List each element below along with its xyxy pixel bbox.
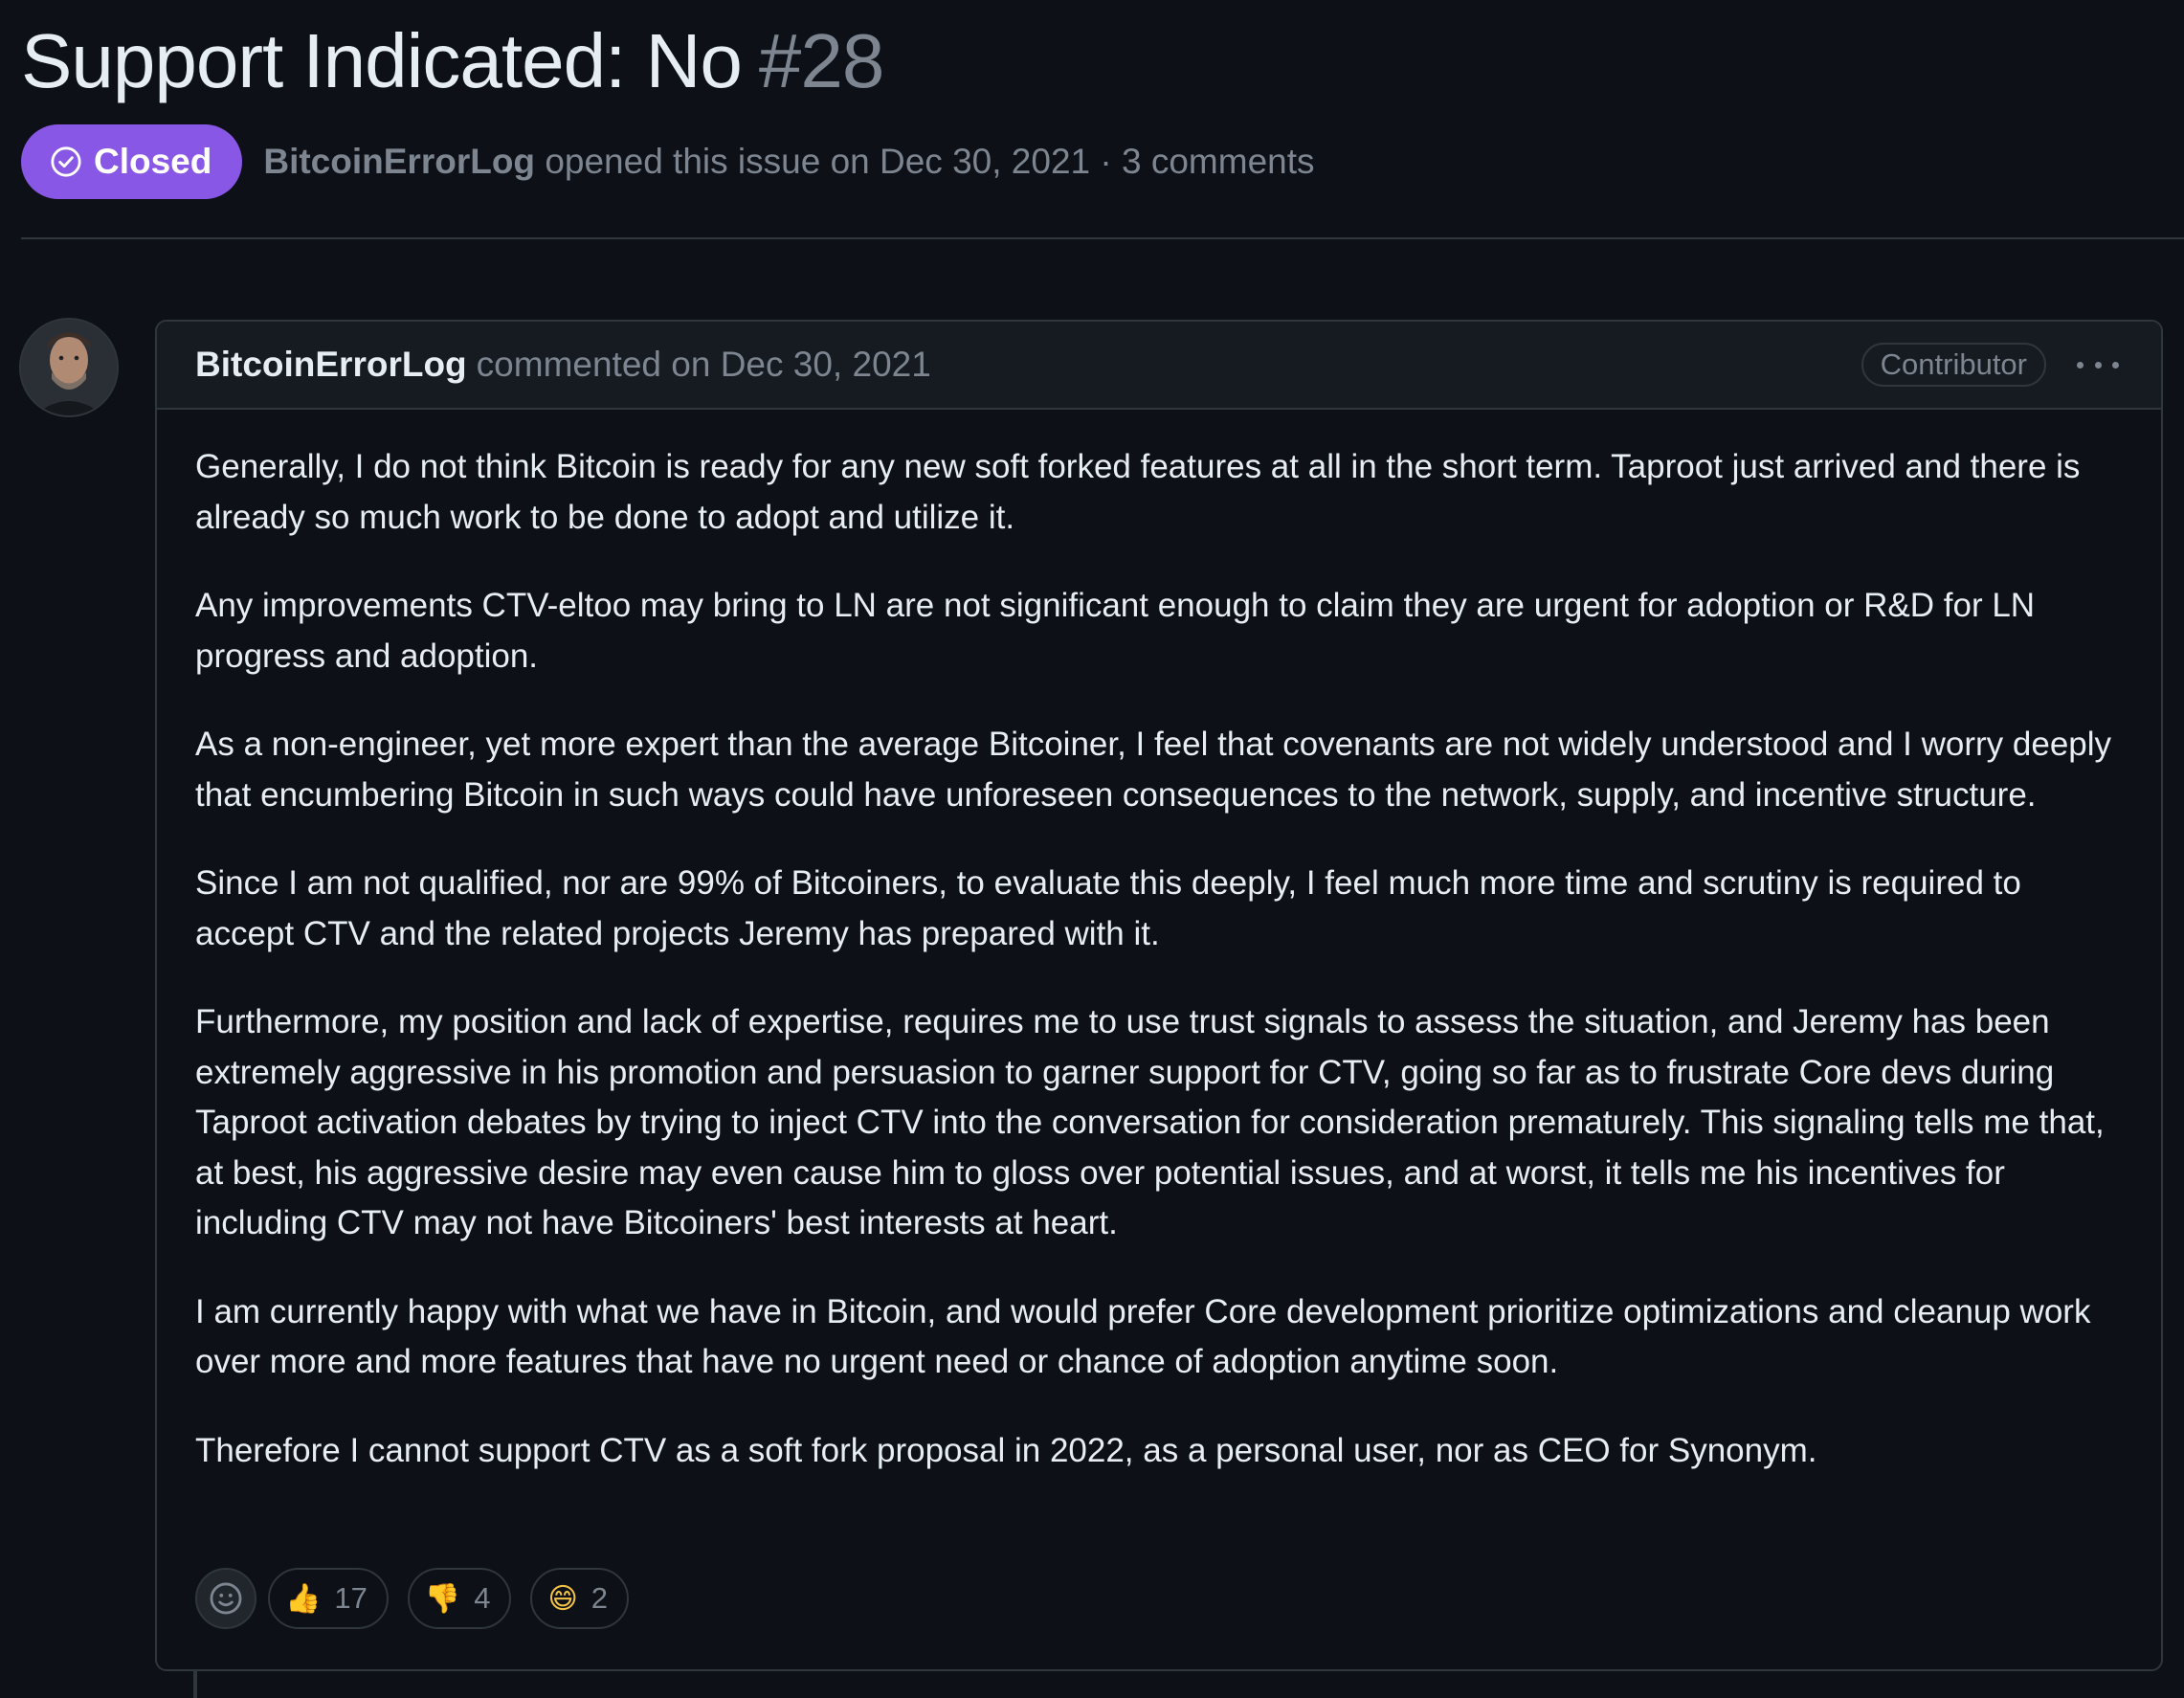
comment-header: BitcoinErrorLog commented on Dec 30, 202…: [157, 322, 2161, 410]
reaction-laugh[interactable]: 😄 2: [530, 1568, 629, 1629]
issue-title: Support Indicated: No #28: [21, 13, 884, 109]
reaction-count: 4: [474, 1581, 491, 1615]
reactions-bar: 👍 17 👎 4 😄 2: [195, 1568, 648, 1629]
comment-paragraph: Any improvements CTV-eltoo may bring to …: [195, 587, 2036, 675]
reaction-thumbs-up[interactable]: 👍 17: [268, 1568, 389, 1629]
contributor-badge: Contributor: [1861, 343, 2046, 387]
comment-paragraph: Therefore I cannot support CTV as a soft…: [195, 1431, 1817, 1469]
comment-timestamp[interactable]: commented on Dec 30, 2021: [477, 345, 931, 385]
comment-paragraph: Since I am not qualified, nor are 99% of…: [195, 864, 2021, 952]
comment-body: Generally, I do not think Bitcoin is rea…: [157, 410, 2161, 1476]
issue-opened-text: opened this issue on Dec 30, 2021 · 3 co…: [545, 142, 1315, 181]
comment: BitcoinErrorLog commented on Dec 30, 202…: [155, 320, 2163, 1671]
comment-paragraph: As a non-engineer, yet more expert than …: [195, 726, 2112, 814]
add-reaction-button[interactable]: [195, 1568, 256, 1629]
reaction-thumbs-down[interactable]: 👎 4: [407, 1568, 512, 1629]
status-label: Closed: [94, 142, 212, 181]
avatar[interactable]: [19, 318, 119, 417]
comment-paragraph: Furthermore, my position and lack of exp…: [195, 1003, 2105, 1241]
smiley-icon: [210, 1582, 242, 1615]
issue-meta: Closed BitcoinErrorLog opened this issue…: [21, 124, 1315, 199]
status-badge: Closed: [21, 124, 243, 199]
comment-paragraph: I am currently happy with what we have i…: [195, 1292, 2091, 1381]
avatar-portrait-icon: [21, 320, 117, 415]
thumbs-up-icon: 👍: [285, 1581, 322, 1616]
issue-author-link[interactable]: BitcoinErrorLog: [263, 142, 535, 181]
reaction-count: 17: [334, 1581, 368, 1615]
check-circle-icon: [51, 146, 81, 177]
laugh-icon: 😄: [547, 1581, 578, 1616]
kebab-horizontal-icon[interactable]: [2077, 350, 2119, 379]
issue-title-text: Support Indicated: No: [21, 18, 743, 103]
reaction-count: 2: [591, 1581, 608, 1615]
timeline-connector: [193, 1671, 197, 1698]
header-divider: [21, 237, 2184, 239]
comment-paragraph: Generally, I do not think Bitcoin is rea…: [195, 448, 2081, 536]
issue-opened-meta: BitcoinErrorLog opened this issue on Dec…: [263, 142, 1314, 182]
thumbs-down-icon: 👎: [424, 1581, 461, 1616]
comment-author-link[interactable]: BitcoinErrorLog: [195, 345, 467, 385]
issue-number: #28: [758, 18, 884, 103]
